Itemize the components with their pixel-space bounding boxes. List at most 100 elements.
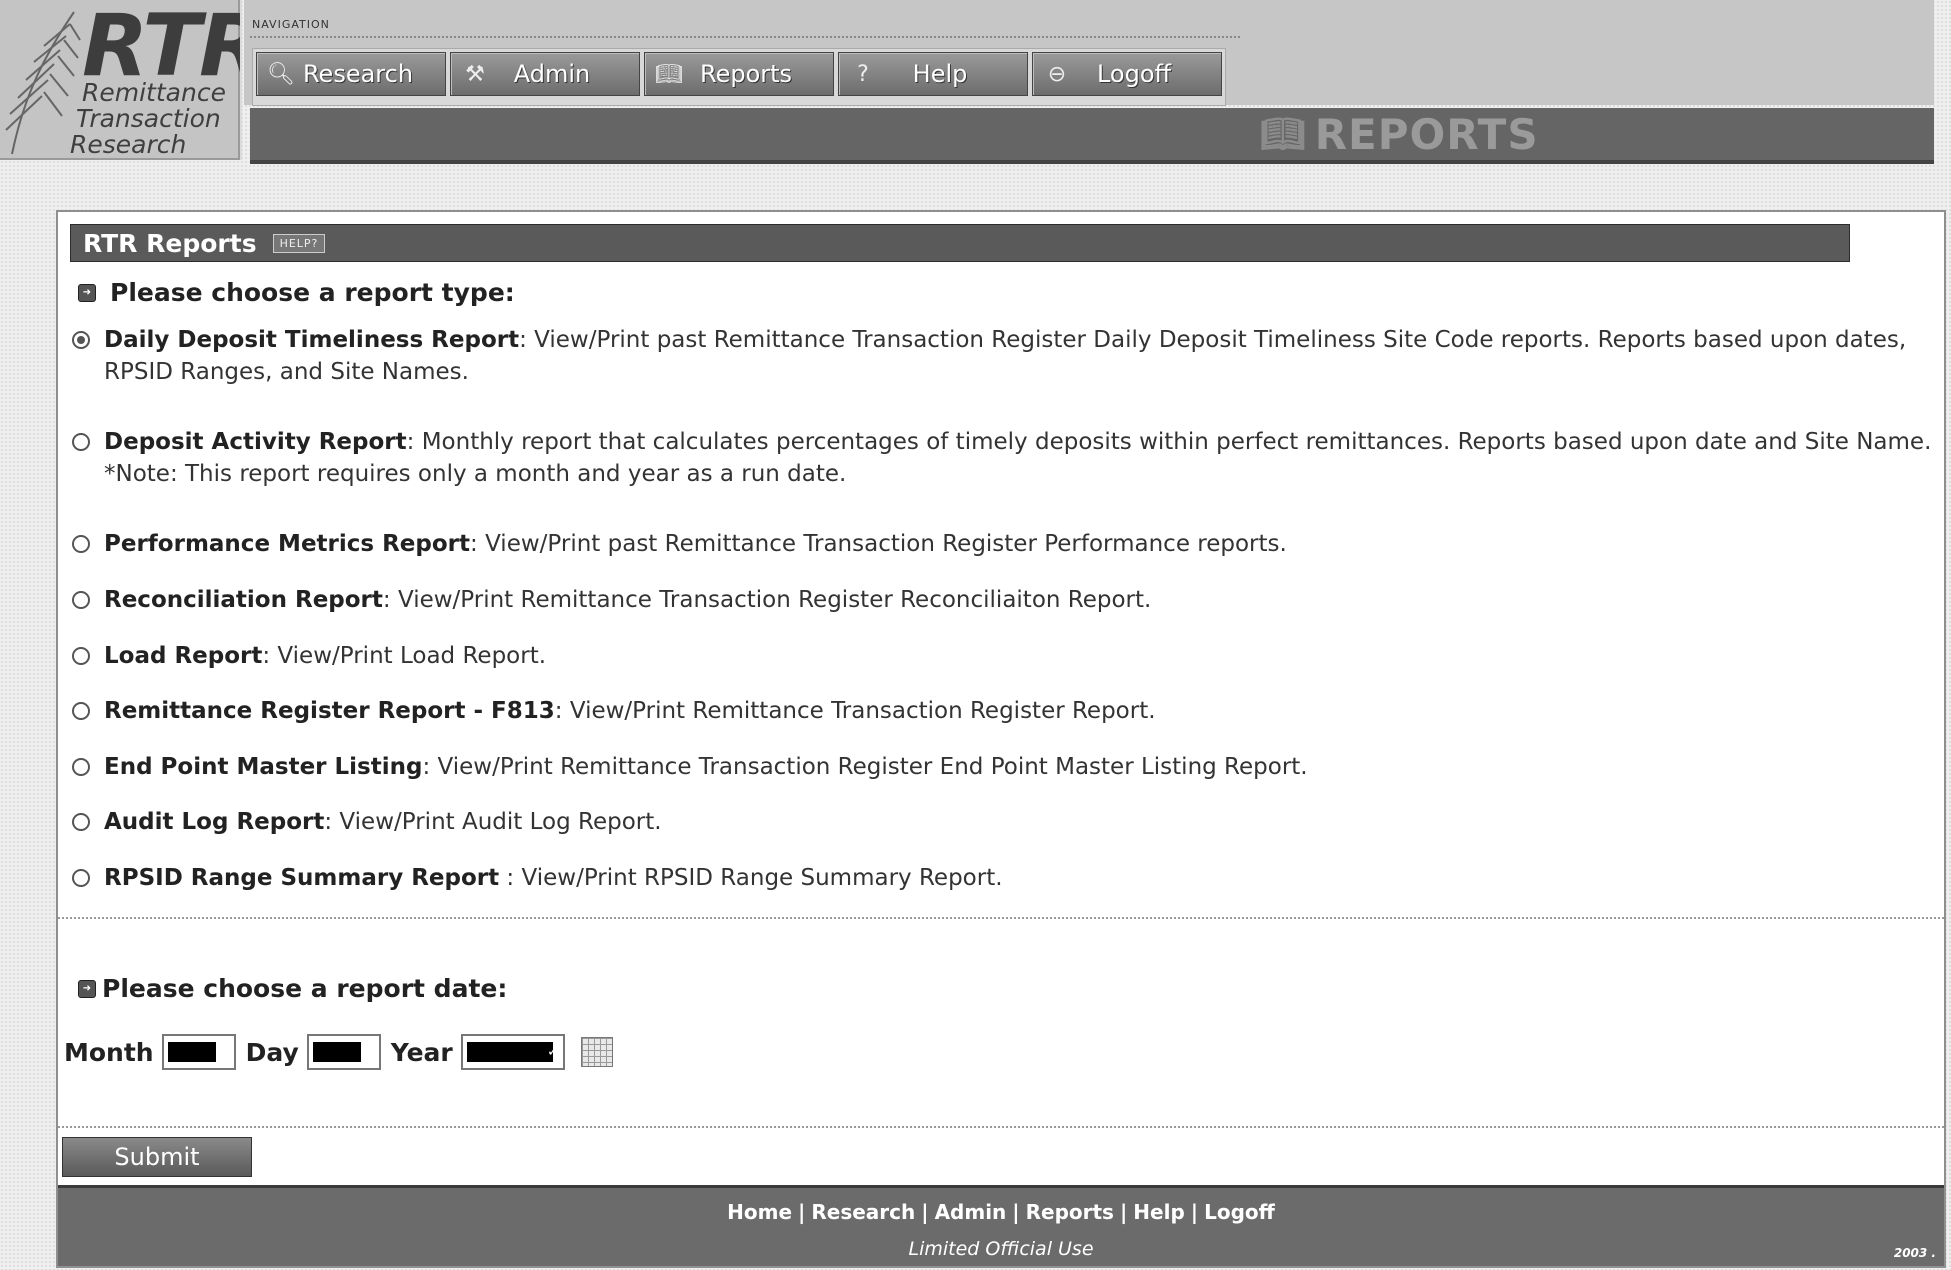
report-option-name: Daily Deposit Timeliness Report (104, 327, 520, 353)
minus-circle-icon: ⊖ (1047, 61, 1067, 87)
rtr-logo[interactable]: RTR Remittance Transaction Research (0, 0, 242, 160)
report-radio[interactable] (72, 869, 90, 887)
banner-title-text: REPORTS (1314, 109, 1539, 159)
nav-help-label: Help (912, 60, 968, 88)
nav-logoff-button[interactable]: ⊖ Logoff (1032, 52, 1222, 96)
nav-admin-button[interactable]: ⚒ Admin (450, 52, 640, 96)
report-date-heading-text: Please choose a report date: (102, 974, 508, 1003)
footer: Home | Research | Admin | Reports | Help | Logoff … (58, 1185, 1944, 1266)
footer-link-home[interactable]: Home (727, 1200, 792, 1224)
report-option-daily-deposit[interactable]: Daily Deposit Timeliness Report: View/Pr… (72, 324, 1932, 388)
tools-icon: ⚒ (465, 61, 485, 87)
nav-reports-button[interactable]: 📖︎ Reports (644, 52, 834, 96)
help-button[interactable]: HELP? (272, 233, 326, 253)
report-radio[interactable] (72, 535, 90, 553)
report-option-desc: : View/Print Audit Log Report. (324, 809, 662, 835)
report-option-load[interactable]: Load Report: View/Print Load Report. (72, 640, 1932, 672)
footer-links: Home | Research | Admin | Reports | Help | Logoff (58, 1200, 1944, 1224)
report-type-heading: ➜ Please choose a report type: (78, 278, 515, 307)
report-option-name: Deposit Activity Report (104, 429, 407, 455)
arrow-bullet-icon: ➜ (78, 979, 96, 998)
report-radio[interactable] (72, 758, 90, 776)
book-icon: 📖︎ (1260, 114, 1307, 155)
report-radio[interactable] (72, 433, 90, 451)
footer-year: 2003 . (1893, 1246, 1936, 1260)
nav-help-button[interactable]: ? Help (838, 52, 1028, 96)
section-banner: 📖︎ REPORTS (250, 108, 1934, 164)
report-option-remittance-register[interactable]: Remittance Register Report - F813: View/… (72, 695, 1932, 727)
report-option-name: Remittance Register Report - F813 (104, 698, 555, 724)
reports-panel: RTR Reports HELP? ➜ Please choose a repo… (56, 210, 1946, 1268)
nav-admin-label: Admin (513, 60, 591, 88)
banner-title: 📖︎ REPORTS (1260, 108, 1539, 160)
logo-line-2: Transaction (76, 104, 221, 133)
logo-line-3: Research (70, 130, 187, 159)
section-divider (58, 917, 1944, 919)
report-option-desc: : View/Print Remittance Transaction Regi… (554, 698, 1156, 724)
report-option-text: Reconciliation Report: View/Print Remitt… (104, 584, 1151, 616)
report-option-reconciliation[interactable]: Reconciliation Report: View/Print Remitt… (72, 584, 1932, 616)
report-option-rpsid-range[interactable]: RPSID Range Summary Report : View/Print … (72, 862, 1932, 894)
report-option-text: Load Report: View/Print Load Report. (104, 640, 546, 672)
panel-title: RTR Reports (83, 228, 257, 258)
footer-separator: | (1190, 1200, 1199, 1224)
footer-separator: | (798, 1200, 806, 1224)
month-label: Month (64, 1037, 154, 1067)
report-option-text: Remittance Register Report - F813: View/… (104, 695, 1156, 727)
nav-logoff-label: Logoff (1096, 60, 1172, 88)
report-option-desc: : View/Print Remittance Transaction Regi… (382, 587, 1152, 613)
arrow-bullet-icon: ➜ (78, 283, 96, 302)
report-option-audit-log[interactable]: Audit Log Report: View/Print Audit Log R… (72, 806, 1932, 838)
year-label: Year (390, 1037, 453, 1067)
nav-reports-label: Reports (699, 60, 793, 88)
day-label: Day (245, 1037, 299, 1067)
submit-button[interactable]: Submit (62, 1137, 252, 1177)
report-option-text: RPSID Range Summary Report : View/Print … (104, 862, 1003, 894)
report-option-text: Audit Log Report: View/Print Audit Log R… (104, 806, 662, 838)
report-type-heading-text: Please choose a report type: (110, 278, 515, 307)
report-option-name: Reconciliation Report (104, 587, 383, 613)
footer-link-help[interactable]: Help (1133, 1200, 1184, 1224)
report-option-text: End Point Master Listing: View/Print Rem… (104, 751, 1308, 783)
report-option-desc: : View/Print Load Report. (262, 643, 547, 669)
year-select[interactable]: ✓ (460, 1034, 565, 1070)
footer-link-research[interactable]: Research (811, 1200, 915, 1224)
header: RTR Remittance Transaction Research NAVI… (0, 0, 1934, 165)
report-option-deposit-activity[interactable]: Deposit Activity Report: Monthly report … (72, 426, 1932, 490)
navigation-bar: 🔍︎ Research ⚒ Admin 📖︎ Reports ? Help ⊖ … (252, 48, 1226, 106)
chevron-down-icon: ✓ (217, 1044, 230, 1060)
report-option-desc: : View/Print Remittance Transaction Regi… (422, 754, 1308, 780)
nav-research-label: Research (302, 60, 414, 88)
report-option-desc: : View/Print past Remittance Transaction… (470, 531, 1287, 557)
report-radio[interactable] (72, 702, 90, 720)
book-icon: 📖︎ (655, 61, 683, 87)
footer-note: Limited Official Use (908, 1238, 1094, 1260)
calendar-icon[interactable] (580, 1037, 613, 1067)
navigation-area: NAVIGATION 🔍︎ Research ⚒ Admin 📖︎ Report… (244, 0, 1934, 106)
report-option-text: Deposit Activity Report: Monthly report … (104, 426, 1932, 490)
report-radio[interactable] (72, 331, 90, 349)
navigation-divider (250, 36, 1240, 38)
report-option-name: Performance Metrics Report (104, 531, 471, 557)
report-option-performance-metrics[interactable]: Performance Metrics Report: View/Print p… (72, 528, 1932, 560)
report-option-desc: : View/Print RPSID Range Summary Report. (499, 865, 1003, 891)
footer-link-admin[interactable]: Admin (935, 1200, 1007, 1224)
footer-separator: | (921, 1200, 929, 1224)
report-option-name: RPSID Range Summary Report (104, 865, 500, 891)
report-radio[interactable] (72, 647, 90, 665)
report-radio[interactable] (72, 591, 90, 609)
report-option-name: Audit Log Report (104, 809, 325, 835)
magnifier-icon: 🔍︎ (267, 61, 295, 87)
footer-separator: | (1012, 1200, 1020, 1224)
panel-title-bar: RTR Reports HELP? (70, 224, 1850, 262)
report-option-name: End Point Master Listing (104, 754, 423, 780)
chevron-down-icon: ✓ (547, 1044, 559, 1060)
month-select[interactable]: ✓ (161, 1034, 236, 1070)
day-select[interactable]: ✓ (306, 1034, 381, 1070)
report-radio[interactable] (72, 813, 90, 831)
footer-link-logoff[interactable]: Logoff (1204, 1200, 1275, 1224)
nav-research-button[interactable]: 🔍︎ Research (256, 52, 446, 96)
report-option-end-point-master[interactable]: End Point Master Listing: View/Print Rem… (72, 751, 1932, 783)
footer-link-reports[interactable]: Reports (1026, 1200, 1114, 1224)
question-icon: ? (857, 61, 869, 87)
